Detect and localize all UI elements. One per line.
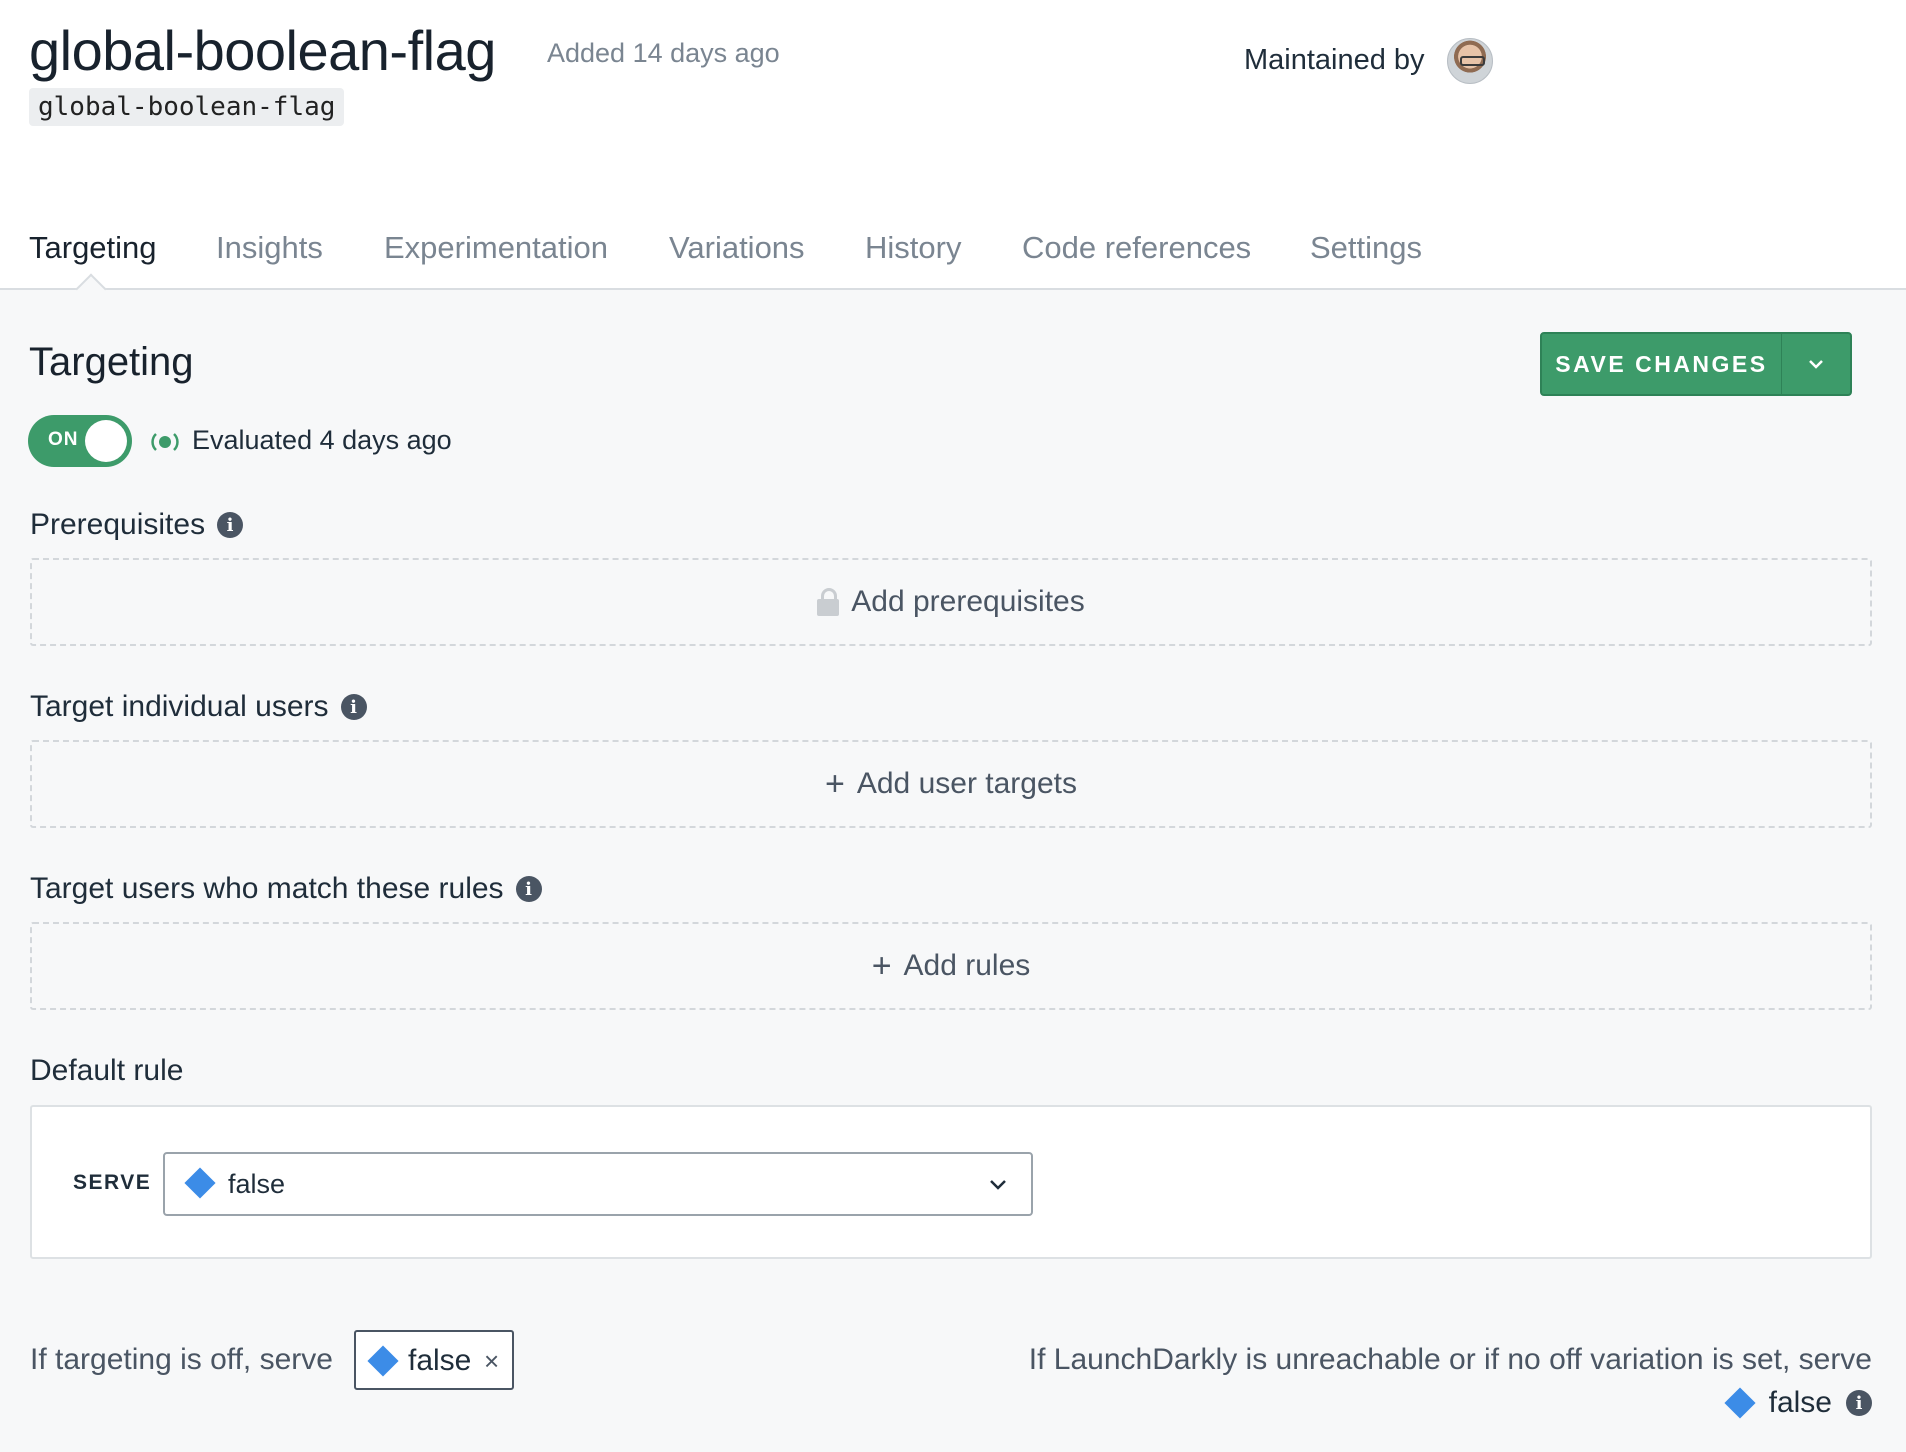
info-icon[interactable]: i: [340, 694, 367, 720]
maintainer-avatar[interactable]: [1447, 38, 1493, 84]
targeting-toggle[interactable]: ON: [28, 415, 132, 467]
tab-targeting[interactable]: Targeting: [29, 230, 157, 266]
fallback-value: false: [1768, 1386, 1832, 1419]
fallback-variation: false i: [1724, 1386, 1872, 1420]
add-prerequisites-label: Add prerequisites: [851, 585, 1085, 618]
plus-icon: +: [825, 765, 845, 803]
targeting-panel: Targeting SAVE CHANGES ON Evaluated 4 da…: [0, 273, 1906, 1452]
chevron-down-icon: [990, 1180, 1006, 1190]
section-title: Targeting: [29, 340, 194, 384]
default-variation-value: false: [228, 1169, 286, 1199]
default-rule-label: Default rule: [30, 1054, 184, 1087]
tab-settings[interactable]: Settings: [1310, 230, 1422, 266]
variation-diamond-icon: [1724, 1387, 1756, 1419]
prerequisites-label: Prerequisites: [30, 508, 206, 541]
info-icon[interactable]: i: [515, 876, 542, 902]
fallback-label: If LaunchDarkly is unreachable or if no …: [1028, 1343, 1872, 1376]
variation-diamond-icon: [184, 1167, 216, 1199]
chevron-down-icon: [1809, 360, 1823, 369]
default-rule-heading: Default rule: [30, 1054, 183, 1088]
add-user-targets-label: Add user targets: [856, 767, 1077, 800]
serve-label: SERVE: [73, 1171, 152, 1194]
tab-experimentation[interactable]: Experimentation: [384, 230, 608, 266]
add-rules-button[interactable]: + Add rules: [30, 922, 1872, 1010]
evaluation-live-icon: [151, 433, 179, 451]
variation-diamond-icon: [367, 1345, 399, 1377]
save-options-button[interactable]: [1780, 334, 1850, 394]
default-rule-card: SERVE false: [30, 1105, 1872, 1259]
rules-heading: Target users who match these rules i: [30, 872, 542, 906]
toggle-knob: [85, 420, 127, 462]
tab-insights[interactable]: Insights: [216, 230, 323, 266]
tab-history[interactable]: History: [865, 230, 961, 266]
off-variation-label: If targeting is off, serve: [30, 1343, 333, 1376]
off-variation-value: false: [408, 1344, 472, 1377]
evaluated-status: Evaluated 4 days ago: [192, 425, 452, 455]
tab-code-references[interactable]: Code references: [1022, 230, 1251, 266]
rules-label: Target users who match these rules: [30, 872, 504, 905]
flag-header: global-boolean-flag Added 14 days ago gl…: [0, 0, 1906, 290]
add-rules-label: Add rules: [903, 949, 1031, 982]
save-changes-label[interactable]: SAVE CHANGES: [1542, 334, 1781, 394]
tab-bar: Targeting Insights Experimentation Varia…: [0, 218, 1906, 290]
prerequisites-heading: Prerequisites i: [30, 508, 244, 542]
clear-off-variation-icon[interactable]: ×: [484, 1346, 499, 1377]
added-timestamp: Added 14 days ago: [547, 38, 780, 68]
individual-targets-heading: Target individual users i: [30, 690, 367, 724]
info-icon[interactable]: i: [1846, 1390, 1872, 1416]
flag-key[interactable]: global-boolean-flag: [29, 88, 345, 126]
plus-icon: +: [871, 947, 892, 985]
add-prerequisites-button[interactable]: Add prerequisites: [30, 558, 1872, 646]
off-variation-select[interactable]: false ×: [354, 1330, 514, 1390]
flag-title: global-boolean-flag: [29, 19, 496, 82]
toggle-label: ON: [48, 429, 79, 450]
add-user-targets-button[interactable]: + Add user targets: [30, 740, 1872, 828]
save-changes-button[interactable]: SAVE CHANGES: [1540, 332, 1852, 396]
individual-targets-label: Target individual users: [30, 690, 329, 723]
tab-variations[interactable]: Variations: [669, 230, 805, 266]
default-variation-select[interactable]: false: [163, 1152, 1033, 1216]
info-icon[interactable]: i: [217, 512, 244, 538]
maintained-by-label: Maintained by: [1244, 44, 1425, 76]
lock-icon: [817, 588, 840, 616]
